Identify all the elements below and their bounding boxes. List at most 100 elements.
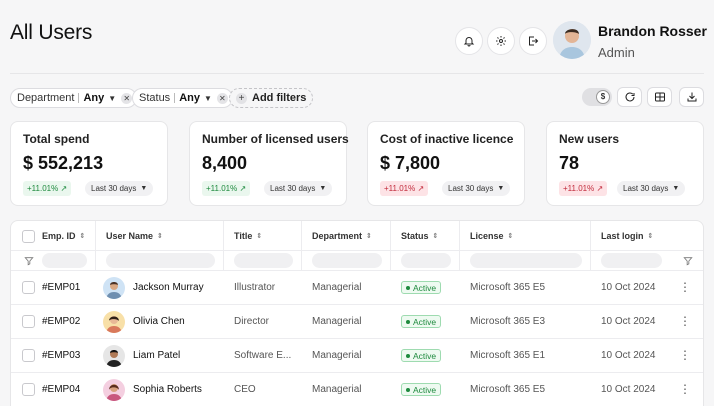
avatar — [103, 378, 125, 401]
filter-input-license[interactable] — [470, 253, 582, 268]
row-checkbox[interactable] — [22, 281, 35, 294]
license-cell: Microsoft 365 E3 — [470, 316, 546, 327]
filter-input-emp-id[interactable] — [42, 253, 87, 268]
col-header-status[interactable]: Status ⇕ — [401, 221, 438, 251]
department-cell: Managerial — [312, 316, 362, 327]
filter-department[interactable]: Department Any ▼ ✕ — [10, 88, 138, 108]
table-row[interactable]: #EMP04 Sophia Roberts CEO Managerial Act… — [11, 373, 703, 406]
plus-icon: + — [236, 92, 247, 104]
card-label: New users — [559, 132, 620, 146]
page-title: All Users — [10, 21, 93, 44]
more-options-icon[interactable]: ⋮ — [679, 349, 691, 361]
last-login-cell: 10 Oct 2024 — [601, 316, 656, 327]
filter-input-department[interactable] — [312, 253, 382, 268]
avatar — [103, 310, 125, 333]
col-header-emp-id[interactable]: Emp. ID ⇕ — [42, 221, 85, 251]
chevron-down-icon: ▼ — [497, 185, 505, 192]
filter-status[interactable]: Status Any ▼ ✕ — [132, 88, 233, 108]
row-checkbox[interactable] — [22, 349, 35, 362]
license-cell: Microsoft 365 E5 — [470, 282, 546, 293]
download-button[interactable] — [679, 87, 704, 107]
sort-icon: ⇕ — [647, 233, 654, 240]
sort-icon: ⇕ — [507, 233, 514, 240]
filter-label: Status — [139, 92, 171, 104]
col-header-last-login[interactable]: Last login ⇕ — [601, 221, 653, 251]
more-options-icon[interactable]: ⋮ — [679, 315, 691, 327]
status-badge: Active — [401, 383, 442, 396]
logout-button[interactable] — [519, 27, 547, 55]
status-cell: Active — [401, 305, 442, 338]
currency-toggle[interactable]: $ — [582, 88, 612, 106]
trend-up-icon: ↗ — [60, 184, 68, 193]
status-cell: Active — [401, 271, 442, 304]
title-cell: Director — [234, 316, 270, 327]
filter-input-status[interactable] — [401, 253, 451, 268]
table-row[interactable]: #EMP01 Jackson Murray Illustrator Manage… — [11, 271, 703, 304]
filter-input-user-name[interactable] — [106, 253, 215, 268]
refresh-icon — [625, 92, 634, 102]
dollar-icon: $ — [596, 90, 610, 104]
last-login-cell: 10 Oct 2024 — [601, 350, 656, 361]
sort-icon: ⇕ — [432, 233, 439, 240]
settings-button[interactable] — [487, 27, 515, 55]
user-avatar[interactable] — [553, 21, 591, 59]
title-cell: Software E... — [234, 350, 292, 361]
title-cell: Illustrator — [234, 282, 276, 293]
user-name: Brandon Rosser — [598, 23, 707, 39]
period-select[interactable]: Last 30 days ▼ — [85, 181, 154, 196]
users-table: Emp. ID ⇕ User Name ⇕ Title ⇕ Department ⇕ S… — [10, 220, 704, 406]
status-cell: Active — [401, 339, 442, 372]
clear-filter-icon[interactable]: ✕ — [121, 92, 133, 104]
col-header-department[interactable]: Department ⇕ — [312, 221, 372, 251]
filter-label: Department — [17, 92, 75, 104]
chevron-down-icon: ▼ — [319, 185, 327, 192]
table-row[interactable]: #EMP02 Olivia Chen Director Managerial A… — [11, 305, 703, 338]
status-badge: Active — [401, 281, 442, 294]
filter-input-title[interactable] — [234, 253, 293, 268]
status-badge: Active — [401, 349, 442, 362]
trend-down-icon: ↗ — [596, 184, 604, 193]
notifications-button[interactable] — [455, 27, 483, 55]
status-badge: Active — [401, 315, 442, 328]
license-cell: Microsoft 365 E5 — [470, 384, 546, 395]
row-checkbox[interactable] — [22, 315, 35, 328]
more-options-icon[interactable]: ⋮ — [679, 281, 691, 293]
department-cell: Managerial — [312, 384, 362, 395]
filter-input-last-login[interactable] — [601, 253, 662, 268]
avatar — [103, 276, 125, 299]
add-filters-button[interactable]: + Add filters — [229, 88, 314, 108]
avatar — [103, 344, 125, 367]
bell-icon — [463, 37, 475, 47]
emp-id: #EMP01 — [42, 282, 81, 293]
stat-card-licensed-users: Number of licensed users 8,400 +11.01% ↗… — [189, 121, 349, 206]
card-label: Cost of inactive licence — [380, 132, 514, 146]
clear-filter-icon[interactable]: ✕ — [216, 92, 228, 104]
col-header-license[interactable]: License ⇕ — [470, 221, 513, 251]
user-name-cell: Olivia Chen — [103, 305, 185, 338]
add-filters-label: Add filters — [252, 92, 307, 104]
emp-id: #EMP03 — [42, 350, 81, 361]
filter-value: Any — [83, 92, 105, 104]
trend-up-icon: ↗ — [239, 184, 247, 193]
user-name-cell: Sophia Roberts — [103, 373, 202, 406]
license-cell: Microsoft 365 E1 — [470, 350, 546, 361]
row-checkbox[interactable] — [22, 383, 35, 396]
period-select[interactable]: Last 30 days ▼ — [442, 181, 511, 196]
header-divider — [10, 73, 704, 74]
table-row[interactable]: #EMP03 Liam Patel Software E... Manageri… — [11, 339, 703, 372]
refresh-button[interactable] — [617, 87, 642, 107]
change-badge: +11.01% ↗ — [23, 181, 72, 196]
col-header-title[interactable]: Title ⇕ — [234, 221, 262, 251]
col-header-user-name[interactable]: User Name ⇕ — [106, 221, 163, 251]
user-role: Admin — [598, 45, 635, 60]
filter-icon[interactable] — [683, 256, 693, 266]
period-select[interactable]: Last 30 days ▼ — [264, 181, 333, 196]
sort-icon: ⇕ — [366, 233, 372, 240]
period-select[interactable]: Last 30 days ▼ — [617, 181, 686, 196]
gear-icon — [496, 36, 506, 46]
layout-button[interactable] — [647, 87, 672, 107]
filter-icon[interactable] — [24, 256, 34, 266]
more-options-icon[interactable]: ⋮ — [679, 383, 691, 395]
change-badge: +11.01% ↗ — [559, 181, 608, 196]
select-all-checkbox[interactable] — [22, 230, 35, 243]
